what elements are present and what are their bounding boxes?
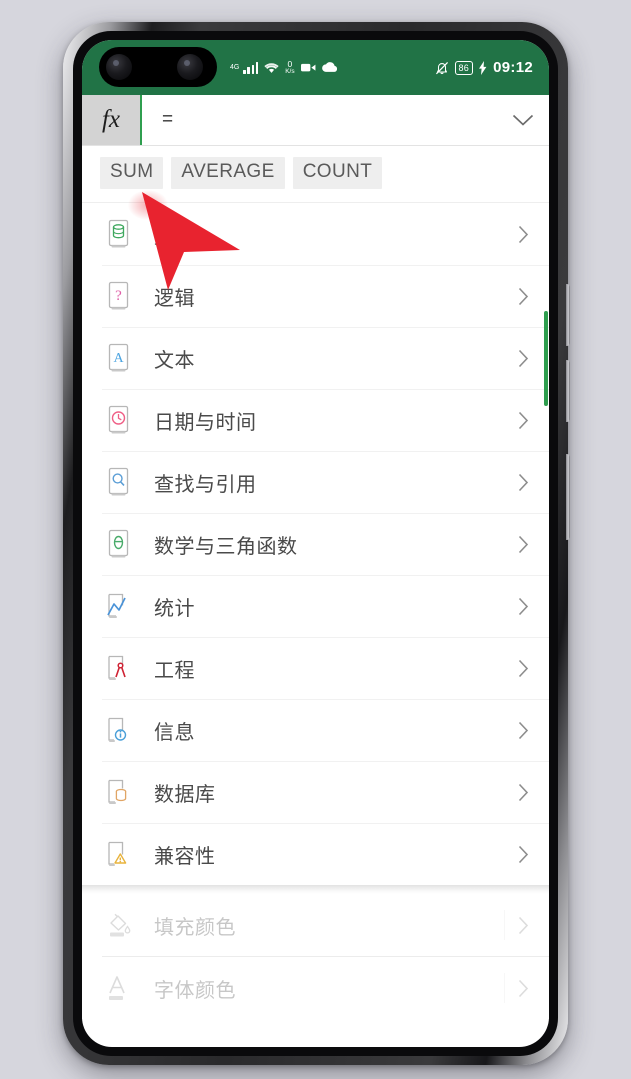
category-label: 日期与时间 [154,411,257,434]
wifi-icon [264,62,279,73]
category-label: 数据库 [154,783,216,806]
section-shadow [82,885,549,894]
data-speed-indicator: 0 K/s [285,60,294,75]
chevron-right-icon [513,979,533,998]
formula-bar: fx = [82,95,549,146]
category-label: 逻辑 [154,287,195,310]
function-category-list: 财务 ? 逻辑 A 文本 日期与时间 查找与引用 数学与三角函数 统计 工程 信… [82,203,549,885]
function-chip-average[interactable]: AVERAGE [171,157,285,189]
disabled-format-section: 填充颜色 字体颜色 [82,885,549,1019]
status-bar-clock: 09:12 [493,59,533,76]
format-row-fill-color[interactable]: 填充颜色 [82,894,549,956]
svg-text:?: ? [115,288,122,304]
function-chip-sum[interactable]: SUM [100,157,164,189]
chevron-right-icon [513,659,533,678]
row-divider [504,973,505,1003]
front-camera-lens-icon [106,54,132,80]
depth-camera-lens-icon [177,54,203,80]
function-chip-count[interactable]: COUNT [292,157,383,189]
statistics-chart-icon [102,591,136,621]
format-label: 填充颜色 [154,916,236,939]
chevron-down-icon[interactable] [497,95,549,145]
chevron-right-icon [513,535,533,554]
font-color-a-icon [102,973,136,1003]
category-label: 数学与三角函数 [154,535,298,558]
smartphone-frame: 4G 0 K/s 86 09:12 fx = SUM AVERAGE COUNT… [63,22,570,1065]
category-label: 查找与引用 [154,473,257,496]
category-label: 财务 [154,225,195,248]
video-camera-icon [300,63,316,72]
camera-cutout [99,47,217,87]
category-label: 工程 [154,659,195,682]
fill-color-bucket-icon [102,910,136,940]
category-label: 文本 [154,349,195,372]
text-book-icon: A [102,343,136,373]
cloud-icon [321,62,337,72]
chevron-right-icon [513,411,533,430]
chevron-right-icon [513,845,533,864]
category-row-text[interactable]: A 文本 [82,327,549,389]
compatibility-warning-icon [102,839,136,869]
category-row-database[interactable]: 数据库 [82,761,549,823]
category-row-logical[interactable]: ? 逻辑 [82,265,549,327]
format-row-font-color[interactable]: 字体颜色 [82,957,549,1019]
fx-icon[interactable]: fx [82,95,142,145]
volume-down-button[interactable] [566,360,570,422]
phone-screen: 4G 0 K/s 86 09:12 fx = SUM AVERAGE COUNT… [82,40,549,1047]
data-speed-unit: K/s [285,67,295,75]
battery-level-indicator: 86 [454,60,474,75]
row-divider [504,910,505,940]
math-book-icon [102,529,136,559]
chevron-right-icon [513,597,533,616]
category-label: 信息 [154,721,195,744]
chevron-right-icon [513,721,533,740]
category-label: 兼容性 [154,845,216,868]
chevron-right-icon [513,783,533,802]
category-row-datetime[interactable]: 日期与时间 [82,389,549,451]
category-row-statistics[interactable]: 统计 [82,575,549,637]
information-book-icon [102,715,136,745]
category-row-information[interactable]: 信息 [82,699,549,761]
svg-text:A: A [113,351,124,366]
scrollbar-thumb[interactable] [544,311,548,406]
lookup-book-icon [102,467,136,497]
status-bar: 4G 0 K/s 86 09:12 [82,40,549,95]
category-row-lookup[interactable]: 查找与引用 [82,451,549,513]
category-row-engineering[interactable]: 工程 [82,637,549,699]
category-row-math[interactable]: 数学与三角函数 [82,513,549,575]
category-row-compatibility[interactable]: 兼容性 [82,823,549,885]
charging-bolt-icon [479,60,487,75]
chevron-right-icon [513,349,533,368]
network-type-label: 4G [230,64,240,71]
status-bar-right-icons: 86 09:12 [435,40,534,95]
engineering-compass-icon [102,653,136,683]
tap-highlight [128,190,168,220]
formula-input[interactable]: = [142,95,497,145]
chevron-right-icon [513,916,533,935]
finance-book-icon [102,219,136,249]
format-label: 字体颜色 [154,979,236,1002]
datetime-book-icon [102,405,136,435]
volume-up-button[interactable] [566,284,570,346]
power-button[interactable] [566,454,570,540]
chevron-right-icon [513,225,533,244]
chevron-right-icon [513,287,533,306]
bell-muted-icon [435,61,448,74]
database-book-icon [102,777,136,807]
logic-book-icon: ? [102,281,136,311]
category-label: 统计 [154,597,195,620]
chevron-right-icon [513,473,533,492]
status-bar-left-icons: 4G 0 K/s [230,40,338,95]
signal-strength-icon [243,62,259,74]
